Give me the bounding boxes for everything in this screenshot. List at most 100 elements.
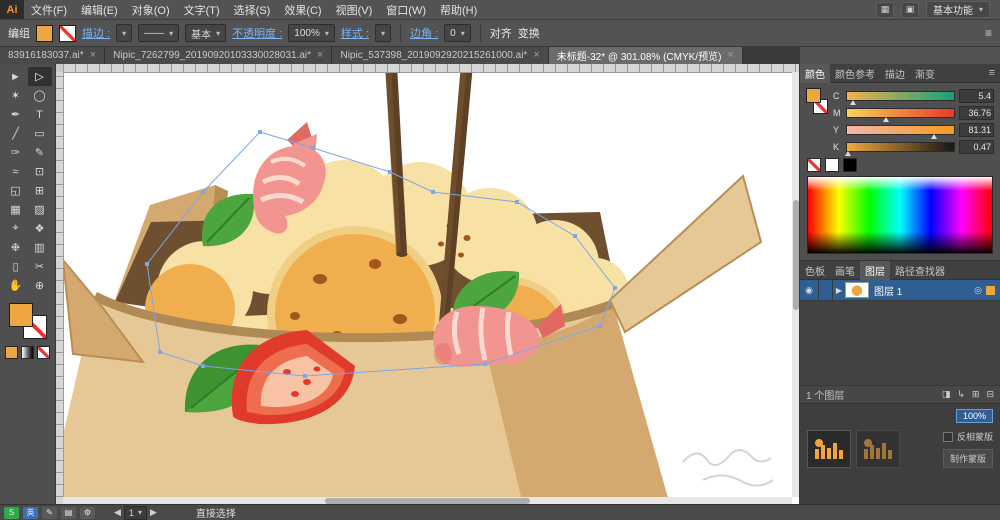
menu-item[interactable]: 编辑(E) (74, 2, 125, 18)
document-tab[interactable]: Nipic_537398_2019092920215261000.ai* × (332, 46, 549, 64)
visibility-eye-icon[interactable]: ◉ (800, 280, 819, 300)
color-panel-tab[interactable]: 颜色参考 (830, 64, 880, 83)
settings-icon[interactable]: ⚙ (80, 506, 95, 519)
target-circle-icon[interactable]: ◎ (970, 285, 986, 296)
stroke-weight-select[interactable]: ▾ (116, 24, 133, 42)
selection-tool[interactable]: ► (4, 67, 28, 86)
box-right-flap[interactable] (608, 174, 763, 334)
ruler-corner[interactable] (55, 64, 63, 72)
next-artboard-icon[interactable]: ▶ (150, 507, 157, 518)
document-tab[interactable]: 未标题-32* @ 301.08% (CMYK/预览) × (548, 46, 743, 64)
mesh-tool[interactable]: ▦ (4, 200, 28, 219)
fill-color-swatch[interactable] (36, 24, 53, 42)
canvas[interactable] (55, 64, 800, 505)
blend-tool[interactable]: ❖ (28, 219, 52, 238)
gradient-mode-button[interactable] (21, 346, 34, 359)
menu-item[interactable]: 视图(V) (329, 2, 380, 18)
slider-thumb-icon[interactable] (844, 150, 851, 156)
workspace-switcher[interactable]: 基本功能 ▾ (925, 1, 990, 18)
symbol-sprayer-tool[interactable]: ❉ (4, 238, 28, 257)
slider-C[interactable] (846, 90, 955, 105)
transform-label[interactable]: 变换 (518, 25, 540, 41)
opacity-link[interactable]: 不透明度 : (232, 25, 282, 41)
pen-input-icon[interactable]: ✎ (42, 506, 57, 519)
clipping-mask-icon[interactable]: ◨ (942, 389, 951, 400)
black-swatch[interactable] (843, 158, 857, 172)
prev-artboard-icon[interactable]: ◀ (114, 507, 121, 518)
hand-tool[interactable]: ✋ (4, 276, 28, 295)
keyboard-icon[interactable]: ▤ (61, 506, 76, 519)
panel-menu-icon[interactable]: ≡ (985, 26, 992, 40)
menu-item[interactable]: 文件(F) (24, 2, 74, 18)
panel-menu-icon[interactable]: ≡ (989, 67, 1000, 79)
panel-tab[interactable]: 图层 (860, 260, 890, 280)
stroke-link[interactable]: 描边 : (82, 25, 110, 41)
perspective-grid-tool[interactable]: ⊞ (28, 181, 52, 200)
vertical-ruler[interactable] (55, 64, 64, 505)
app-logo[interactable]: Ai (0, 0, 24, 19)
layer-name[interactable]: 图层 1 (869, 283, 970, 298)
slider-thumb-icon[interactable] (849, 99, 856, 105)
artwork-takeout-box[interactable] (55, 64, 800, 505)
new-sublayer-icon[interactable]: ↳ (957, 389, 965, 400)
value-field[interactable]: 0.47 (959, 139, 994, 154)
direct-selection-tool[interactable]: ▷ (27, 67, 52, 86)
stroke-color-swatch[interactable] (59, 24, 76, 42)
panel-tab[interactable]: 色板 (800, 261, 830, 280)
object-thumbnail[interactable] (807, 430, 851, 468)
sogou-icon[interactable]: S (4, 506, 19, 519)
shape-builder-tool[interactable]: ◱ (4, 181, 28, 200)
opacity-select[interactable]: 100% ▾ (288, 24, 335, 42)
horizontal-ruler[interactable] (63, 64, 800, 73)
artboard-select[interactable]: 1 ▾ (123, 505, 147, 520)
color-panel-tab[interactable]: 渐变 (910, 64, 940, 83)
panel-tab[interactable]: 画笔 (830, 261, 860, 280)
color-panel-tab[interactable]: 描边 (880, 64, 910, 83)
column-graph-tool[interactable]: ▥ (28, 238, 52, 257)
selection-indicator[interactable] (986, 285, 995, 295)
menu-item[interactable]: 效果(C) (277, 2, 328, 18)
color-spectrum[interactable] (807, 176, 993, 254)
eyedropper-tool[interactable]: ⌖ (4, 219, 28, 238)
new-layer-icon[interactable]: ⊞ (972, 389, 980, 400)
gradient-tool[interactable]: ▨ (28, 200, 52, 219)
slider-thumb-icon[interactable] (883, 116, 890, 122)
rectangle-tool[interactable]: ▭ (28, 124, 52, 143)
artboard-tool[interactable]: ▯ (4, 257, 28, 276)
layer-thumbnail[interactable] (845, 282, 869, 298)
color-mode-button[interactable] (5, 346, 18, 359)
magic-wand-tool[interactable]: ✶ (4, 86, 28, 105)
paintbrush-tool[interactable]: ✑ (4, 143, 28, 162)
slider-Y[interactable] (846, 124, 955, 139)
type-tool[interactable]: T (28, 105, 52, 124)
tab-close-icon[interactable]: × (317, 49, 323, 61)
color-panel-tab[interactable]: 颜色 (800, 63, 830, 83)
variable-width-select[interactable]: —— ▾ (138, 24, 180, 42)
width-tool[interactable]: ≈ (4, 162, 28, 181)
style-select[interactable]: ▾ (375, 24, 392, 42)
menu-item[interactable]: 选择(S) (227, 2, 278, 18)
screen-mode-icon[interactable]: ▣ (900, 1, 919, 18)
delete-layer-icon[interactable]: ⊟ (986, 389, 994, 400)
tab-close-icon[interactable]: × (727, 49, 733, 61)
tab-close-icon[interactable]: × (533, 49, 539, 61)
none-swatch[interactable] (807, 158, 821, 172)
free-transform-tool[interactable]: ⊡ (28, 162, 52, 181)
menu-item[interactable]: 帮助(H) (433, 2, 484, 18)
arrange-documents-icon[interactable]: ▦ (875, 1, 894, 18)
slice-tool[interactable]: ✂ (28, 257, 52, 276)
opacity-field[interactable]: 100% (955, 409, 993, 423)
ime-language-badge[interactable]: 英 (23, 506, 38, 519)
value-field[interactable]: 5.4 (959, 88, 994, 103)
pencil-tool[interactable]: ✎ (28, 143, 52, 162)
corner-select[interactable]: 0 ▾ (444, 24, 471, 42)
none-mode-button[interactable] (37, 346, 50, 359)
zoom-tool[interactable]: ⊕ (28, 276, 52, 295)
style-link[interactable]: 样式 : (341, 25, 369, 41)
make-mask-button[interactable]: 制作蒙版 (942, 449, 993, 468)
corner-link[interactable]: 边角 : (410, 25, 438, 41)
menu-item[interactable]: 对象(O) (125, 2, 177, 18)
align-label[interactable]: 对齐 (490, 25, 512, 41)
lock-toggle[interactable] (819, 280, 833, 300)
white-swatch[interactable] (825, 158, 839, 172)
